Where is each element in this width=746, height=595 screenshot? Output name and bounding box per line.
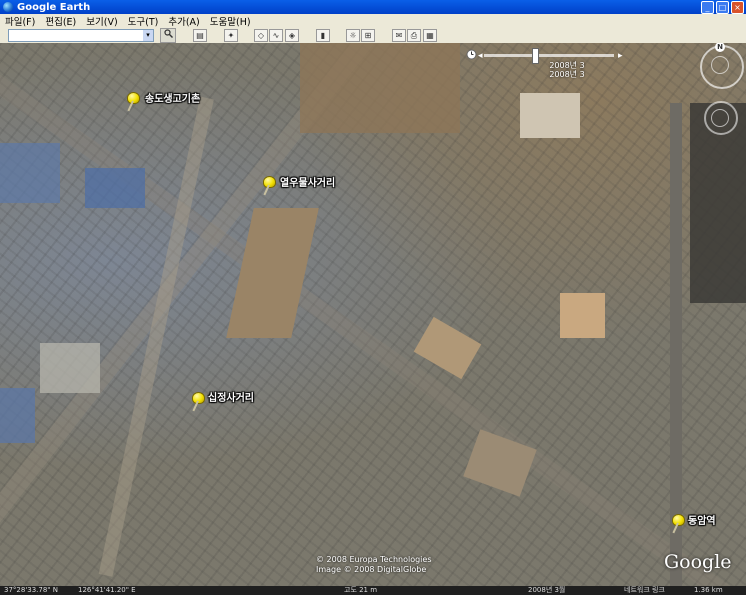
placemark-label[interactable]: 동암역: [688, 512, 716, 527]
window-title: Google Earth: [17, 1, 91, 13]
overlay-icon[interactable]: ◈: [285, 29, 299, 42]
placemark-pin[interactable]: [124, 92, 142, 114]
clock-icon[interactable]: [466, 49, 477, 63]
menu-add[interactable]: 추가(A): [163, 14, 204, 28]
toolbar: ▾ ▤ ✦ ◇ ∿ ◈ ▮ ☼ ⊞ ✉ ⎙ ▦: [0, 28, 746, 44]
look-joystick[interactable]: [711, 56, 729, 74]
status-eye-altitude: 1.36 km: [694, 586, 723, 594]
menu-bar: 파일(F) 편집(E) 보기(V) 도구(T) 추가(A) 도움말(H): [0, 14, 746, 28]
move-joystick[interactable]: [711, 109, 729, 127]
path-icon[interactable]: ∿: [269, 29, 283, 42]
search-icon: [163, 29, 173, 38]
close-button[interactable]: ×: [731, 1, 744, 14]
warehouse-roofs: [40, 343, 100, 393]
sunlight-icon[interactable]: ☼: [346, 29, 360, 42]
chevron-down-icon[interactable]: ▾: [143, 30, 153, 41]
placemark-add-icon[interactable]: ✦: [224, 29, 238, 42]
placemark-label[interactable]: 십정사거리: [208, 389, 254, 404]
copyright-line: © 2008 Europa Technologies: [316, 555, 432, 564]
time-slider-track[interactable]: [484, 54, 614, 57]
status-streaming: 네트워크 링크: [624, 586, 665, 594]
construction-site: [300, 43, 460, 133]
menu-edit[interactable]: 편집(E): [40, 14, 81, 28]
print-icon[interactable]: ⎙: [407, 29, 421, 42]
google-earth-icon: [3, 2, 13, 12]
industrial-blue-roofs: [85, 168, 145, 208]
time-slider[interactable]: ◂ ▸ 2008년 3 2008년 3: [462, 47, 632, 87]
school-field: [560, 293, 605, 338]
menu-help[interactable]: 도움말(H): [205, 14, 256, 28]
minimize-button[interactable]: _: [701, 1, 714, 14]
open-dirt-lot: [226, 208, 319, 338]
time-prev-button[interactable]: ◂: [478, 51, 483, 61]
copyright-line: Image © 2008 DigitalGlobe: [316, 565, 427, 574]
polygon-icon[interactable]: ◇: [254, 29, 268, 42]
school-field: [413, 316, 482, 380]
status-latitude: 37°28'33.78" N: [4, 586, 58, 594]
window-controls: _ □ ×: [701, 1, 744, 14]
industrial-blue-roofs: [0, 143, 60, 203]
copyright-notice: © 2008 Europa Technologies Image © 2008 …: [316, 555, 432, 575]
map-viewport[interactable]: 송도생고기촌 열우물사거리 십정사거리 동암역 ◂ ▸ 2008년 3 2008…: [0, 43, 746, 586]
google-logo: Google: [664, 551, 732, 573]
sidebar-icon[interactable]: ▤: [193, 29, 207, 42]
time-slider-date-line1: 2008년 3: [549, 61, 585, 70]
placemark-pin[interactable]: [189, 392, 207, 414]
navigation-controls: N: [698, 43, 744, 143]
menu-view[interactable]: 보기(V): [81, 14, 122, 28]
industrial-blue-roofs: [0, 388, 35, 443]
stadium-field: [520, 93, 580, 138]
search-button[interactable]: [160, 28, 176, 43]
search-input[interactable]: ▾: [8, 29, 154, 42]
ruler-icon[interactable]: ▮: [316, 29, 330, 42]
time-slider-date-line2: 2008년 3: [549, 70, 585, 79]
placemark-pin[interactable]: [669, 514, 687, 536]
time-slider-date: 2008년 3 2008년 3: [537, 61, 597, 79]
status-imagery-date: 2008년 3월: [528, 586, 566, 594]
maximize-button[interactable]: □: [716, 1, 729, 14]
title-bar: Google Earth _ □ ×: [0, 0, 746, 14]
email-icon[interactable]: ✉: [392, 29, 406, 42]
status-elevation: 고도 21 m: [344, 586, 378, 594]
menu-file[interactable]: 파일(F): [0, 14, 40, 28]
status-longitude: 126°41'41.20" E: [78, 586, 136, 594]
menu-tools[interactable]: 도구(T): [123, 14, 164, 28]
sky-icon[interactable]: ⊞: [361, 29, 375, 42]
status-bar: 37°28'33.78" N 126°41'41.20" E 고도 21 m 2…: [0, 586, 746, 595]
placemark-label[interactable]: 열우물사거리: [280, 174, 335, 189]
placemark-pin[interactable]: [260, 176, 278, 198]
open-lot: [463, 429, 537, 497]
placemark-label[interactable]: 송도생고기촌: [145, 90, 200, 105]
map-view-icon[interactable]: ▦: [423, 29, 437, 42]
time-next-button[interactable]: ▸: [618, 51, 623, 61]
